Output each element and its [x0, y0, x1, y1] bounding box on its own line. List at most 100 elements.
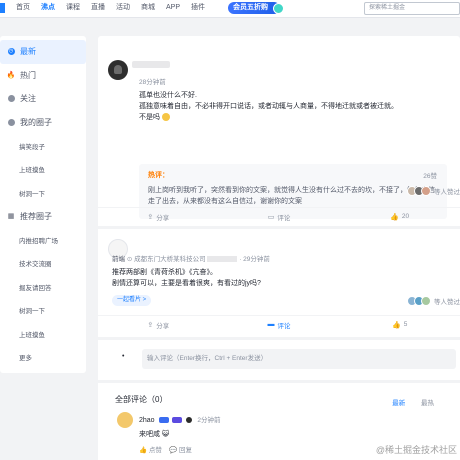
- pin-card: 28分钟前 孤单也没什么不好. 孤独意味着自由，不必非得开口说话，或者动辄与人商…: [98, 36, 460, 226]
- hot-comment-label: 热评：: [148, 172, 169, 179]
- sidebar-item-label: 热门: [20, 70, 36, 80]
- nav-courses[interactable]: 课程: [66, 0, 80, 18]
- nav-plugins[interactable]: 插件: [191, 0, 205, 18]
- circle-icon: [7, 118, 15, 126]
- post-text-line: 剧情还算可以，主要是看着很爽，有看过的jy吗?: [112, 280, 261, 287]
- sidebar-item-more[interactable]: 更多: [0, 346, 86, 370]
- comment-label: 评论: [277, 322, 291, 330]
- share-button[interactable]: ⇪ 分享: [98, 208, 219, 225]
- comments-section: 全部评论（0） 最新 最热 2hao 2分钟前 来吧咸 😺 👍 点赞 💬 回复 …: [98, 383, 460, 460]
- share-icon: ⇪: [147, 321, 154, 329]
- sidebar-item-circle[interactable]: 搞笑段子: [0, 134, 86, 158]
- sidebar-item-label: 关注: [20, 94, 36, 104]
- share-button[interactable]: ⇪ 分享: [98, 316, 219, 333]
- main-nav: 首页 沸点 课程 直播 活动 商城 APP 插件: [16, 0, 216, 18]
- avatar[interactable]: [108, 60, 128, 80]
- comment-actions: 👍 点赞 💬 回复: [139, 444, 192, 454]
- sidebar-item-circle[interactable]: 技术交流圈: [0, 252, 86, 276]
- author-name[interactable]: 前端: [112, 256, 125, 263]
- like-button[interactable]: 👍 点赞: [139, 447, 162, 454]
- sidebar-item-label: 我的圈子: [20, 117, 52, 127]
- follow-icon: [7, 95, 15, 103]
- post-time: 28分钟前: [139, 79, 166, 86]
- nav-home[interactable]: 首页: [16, 0, 30, 18]
- comment-input[interactable]: 输入评论（Enter换行，Ctrl + Enter发送）: [142, 349, 456, 369]
- nav-app[interactable]: APP: [166, 0, 180, 18]
- author-company: 成都东门大桥某科技公司: [134, 256, 206, 263]
- sidebar-item-circle[interactable]: 掘友请回答: [0, 275, 86, 299]
- hot-comment-likes: 26赞: [423, 173, 437, 180]
- reply-button[interactable]: 💬 回复: [169, 447, 192, 454]
- comment-box: • 输入评论（Enter换行，Ctrl + Enter发送）: [98, 340, 460, 380]
- smile-emoji-icon: [161, 113, 170, 122]
- comment-author[interactable]: 2hao: [139, 417, 155, 424]
- hot-comment-text: 刚上岗听到我听了，突然看到你的文案，就觉得人生没有什么过不去的坎，不接了，怀着自…: [148, 187, 435, 205]
- nav-shop[interactable]: 商城: [141, 0, 155, 18]
- avatar[interactable]: [117, 412, 133, 428]
- comment-label: 评论: [277, 214, 291, 222]
- comment-author-row: 2hao 2分钟前: [139, 414, 221, 424]
- level-badge-icon: [158, 417, 169, 424]
- liked-by-text: 等人赞过: [434, 189, 460, 196]
- sidebar-item-latest[interactable]: ◷ 最新: [0, 40, 86, 64]
- medal-icon: [186, 417, 193, 424]
- sidebar-item-circle[interactable]: 上班摸鱼: [0, 158, 86, 182]
- sidebar-item-label: 最新: [20, 47, 36, 57]
- share-label: 分享: [156, 214, 170, 222]
- comment-time: 2分钟前: [197, 417, 221, 424]
- sidebar-item-my-circles[interactable]: 我的圈子: [0, 111, 86, 135]
- share-icon: ⇪: [147, 213, 154, 221]
- post-text-line: 推荐两部剧《青荷杀机》《亢奋》。: [112, 269, 217, 276]
- comment-sort-tabs: 最新 最热: [392, 397, 434, 407]
- author-name-blurred[interactable]: [132, 61, 170, 68]
- sidebar-item-circle[interactable]: 树洞一下: [0, 181, 86, 205]
- clock-icon: ◷: [7, 48, 15, 56]
- comment-button[interactable]: ▭ 评论: [219, 208, 340, 225]
- emoji-icon: 😺: [161, 431, 170, 438]
- like-label: 点赞: [148, 447, 162, 454]
- post-actions: ⇪ 分享 ▬ 评论 👍 5: [98, 315, 460, 333]
- search-input[interactable]: 探索稀土掘金: [364, 2, 460, 15]
- fire-icon: 🔥: [6, 72, 16, 80]
- sidebar-item-circle[interactable]: 树洞一下: [0, 299, 86, 323]
- post-text-line: 不是吗: [139, 112, 170, 122]
- liked-by-text: 等人赞过: [434, 299, 460, 306]
- juejin-logo[interactable]: [0, 3, 5, 13]
- circle-tag[interactable]: 一起看片 >: [112, 295, 152, 306]
- nav-events[interactable]: 活动: [116, 0, 130, 18]
- post-text-line: 孤单也没什么不好.: [139, 92, 197, 99]
- thumbs-up-icon: 👍: [392, 321, 401, 329]
- post-time: · 29分钟前: [239, 256, 270, 263]
- liked-by[interactable]: 等人赞过: [407, 296, 460, 306]
- sidebar-item-follow[interactable]: 关注: [0, 87, 86, 111]
- thumbs-up-icon: 👍: [390, 213, 399, 221]
- avatar: [421, 186, 431, 196]
- like-button[interactable]: 👍 20: [339, 208, 460, 225]
- sidebar-item-circle[interactable]: 内推招聘广场: [0, 228, 86, 252]
- like-count: 5: [403, 321, 408, 328]
- sidebar-item-circle[interactable]: 上班摸鱼: [0, 322, 86, 346]
- comment-button[interactable]: ▬ 评论: [219, 316, 340, 333]
- top-navbar: 首页 沸点 课程 直播 活动 商城 APP 插件 会员五折购 探索稀土掘金: [0, 0, 460, 18]
- pin-card: 前端 ⊙ 成都东门大桥某科技公司 · 29分钟前 推荐两部剧《青荷杀机》《亢奋》…: [98, 229, 460, 337]
- liked-by[interactable]: 等人赞过: [407, 186, 460, 196]
- tab-latest[interactable]: 最新: [392, 400, 405, 407]
- post-text-line: 孤独意味着自由，不必非得开口说话，或者动辄与人商量，不得地迁就或者被迁就。: [139, 103, 398, 110]
- vip-button[interactable]: 会员五折购: [228, 2, 284, 14]
- nav-live[interactable]: 直播: [91, 0, 105, 18]
- comments-title: 全部评论（0）: [115, 395, 168, 404]
- post-meta: 前端 ⊙ 成都东门大桥某科技公司 · 29分钟前: [112, 253, 270, 263]
- sidebar-item-hot[interactable]: 🔥 热门: [0, 64, 86, 88]
- vip-badge-icon: [273, 3, 284, 14]
- blurred-text: [207, 256, 238, 263]
- comment-text: 来吧咸 😺: [139, 429, 169, 439]
- reply-label: 回复: [179, 447, 193, 454]
- comment-icon: ▬: [267, 321, 275, 328]
- like-button[interactable]: 👍 5: [339, 316, 460, 333]
- location-icon: ⊙: [126, 256, 133, 263]
- sidebar-item-recommended[interactable]: ▦ 推荐圈子: [0, 205, 86, 229]
- post-actions: ⇪ 分享 ▭ 评论 👍 20: [98, 207, 460, 225]
- watermark: @稀土掘金技术社区: [375, 445, 457, 455]
- tab-hot[interactable]: 最热: [421, 400, 434, 407]
- nav-pins[interactable]: 沸点: [41, 0, 55, 18]
